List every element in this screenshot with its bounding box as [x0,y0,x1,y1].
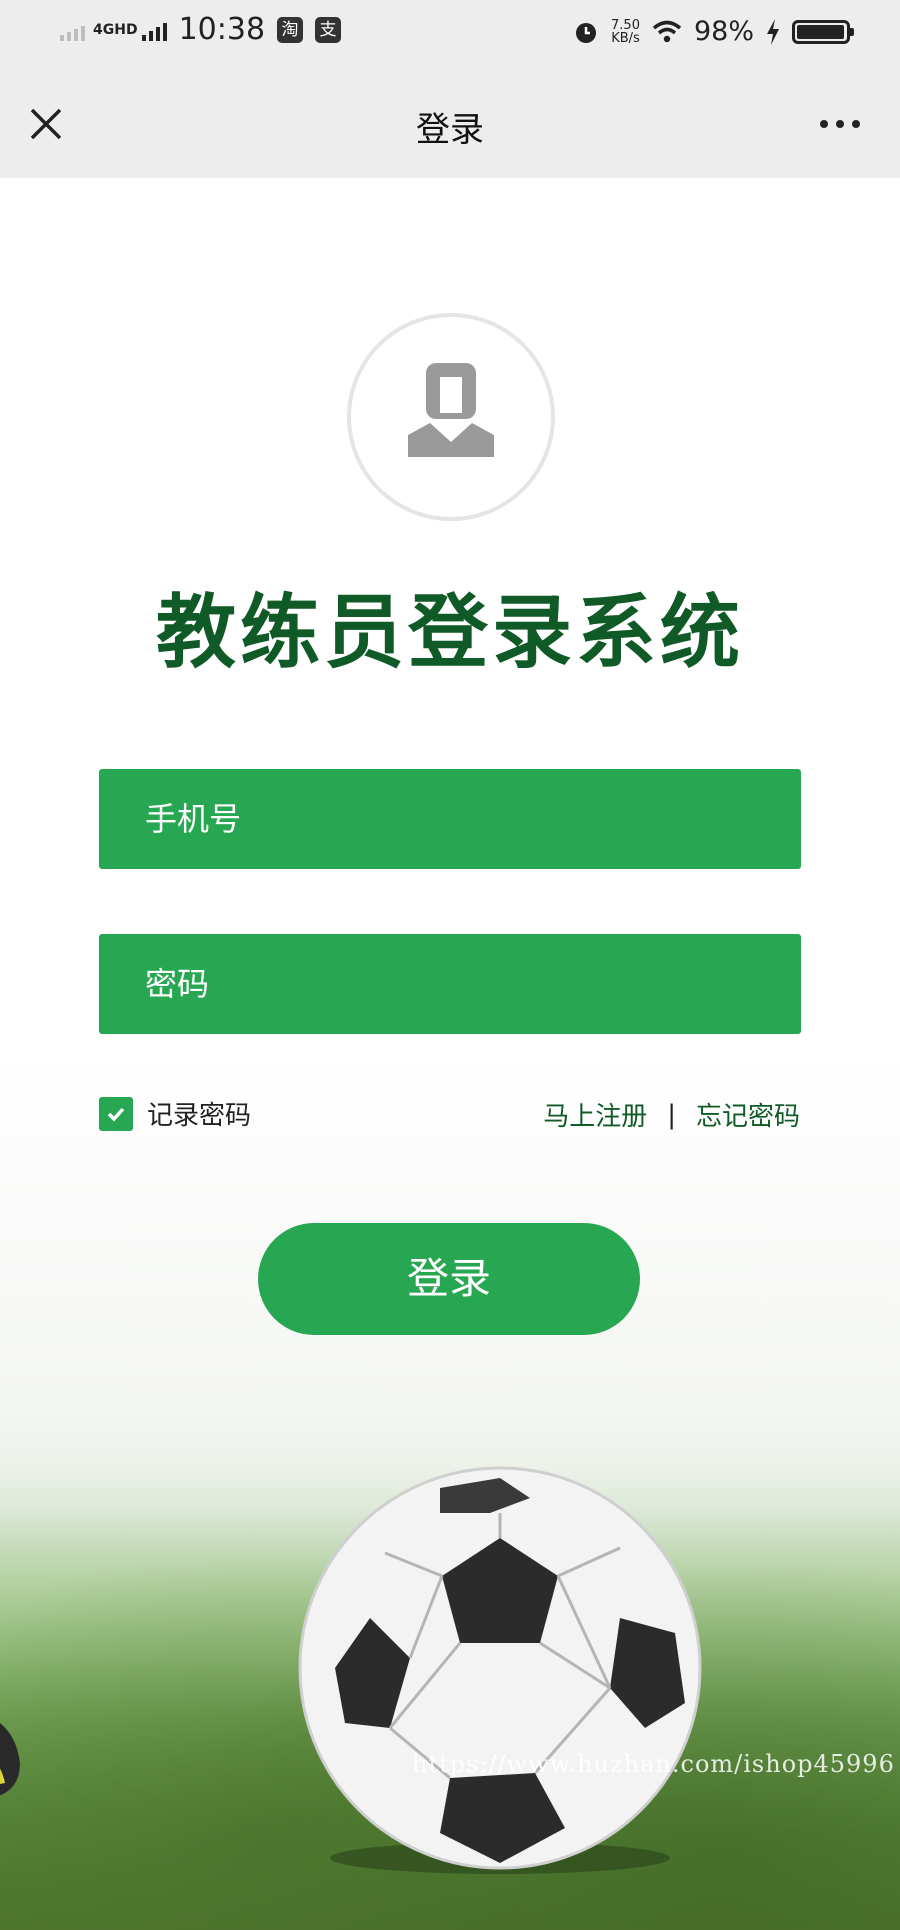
shoe-image [0,1723,20,1796]
phone-input[interactable] [99,769,801,869]
more-icon[interactable] [820,114,870,134]
checkbox[interactable] [99,1096,133,1131]
user-icon [408,363,494,457]
link-separator: | [667,1099,676,1130]
battery-percent: 98% [693,16,754,47]
status-bar: 4GHD 10:38 淘 支 7.50 KB/s 98% [0,0,900,70]
login-button[interactable]: 登录 [258,1223,640,1335]
battery-fill [797,24,844,39]
register-link[interactable]: 马上注册 [543,1096,647,1133]
forgot-password-link[interactable]: 忘记密码 [696,1096,800,1133]
nav-bar: 登录 [0,70,900,178]
signal-1-icon [60,19,85,41]
battery-icon [792,19,854,44]
soccer-ball-image [298,1466,702,1874]
charging-icon [767,18,779,45]
taobao-icon: 淘 [277,16,304,43]
net-speed-value: 7.50 [611,17,640,33]
signal-2-icon [141,19,167,41]
remember-password-checkbox[interactable]: 记录密码 [99,1095,251,1132]
alarm-icon [576,22,597,43]
app-title: 教练员登录系统 [156,586,744,679]
password-input[interactable] [99,934,801,1034]
account-links: 马上注册 | 忘记密码 [543,1096,800,1133]
wifi-icon [652,20,682,42]
alipay-icon: 支 [315,16,342,43]
check-icon [107,1107,125,1122]
nav-title: 登录 [416,110,484,150]
network-type: 4GHD [93,21,138,38]
status-left: 4GHD 10:38 淘 支 [60,12,342,47]
login-page: 教练员登录系统 记录密码 马上注册 | 忘记密码 登录 https://www.… [0,178,900,1930]
status-right: 7.50 KB/s 98% [573,16,854,47]
net-speed: 7.50 KB/s [611,19,640,45]
avatar [347,313,555,521]
watermark: https://www.huzhan.com/ishop45996 [412,1750,895,1778]
remember-password-label: 记录密码 [147,1101,252,1131]
net-speed-unit: KB/s [611,30,640,46]
clock: 10:38 [178,12,266,47]
